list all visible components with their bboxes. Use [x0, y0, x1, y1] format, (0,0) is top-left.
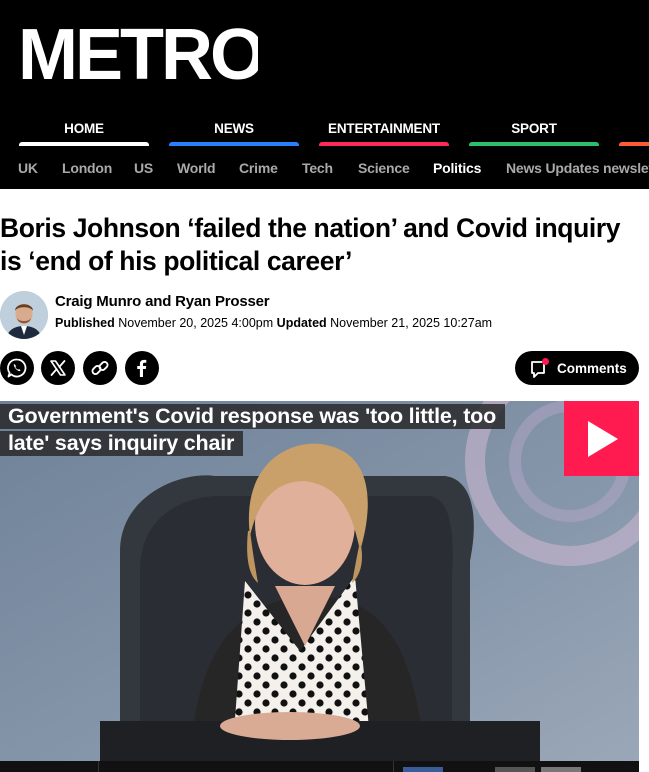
share-x-button[interactable]	[41, 351, 75, 385]
nav-underline	[19, 142, 149, 146]
updated-label: Updated	[276, 316, 327, 330]
strip-divider	[393, 761, 394, 772]
strip-thumb[interactable]	[403, 767, 443, 772]
copy-link-button[interactable]	[83, 351, 117, 385]
comments-label: Comments	[557, 360, 627, 376]
strip-thumb[interactable]	[541, 767, 581, 772]
nav-label: HOME	[64, 121, 104, 136]
subnav-item-tech[interactable]: Tech	[302, 160, 333, 176]
svg-text:METRO: METRO	[18, 16, 258, 86]
video-caption: Government's Covid response was 'too lit…	[0, 404, 506, 456]
comments-button[interactable]: Comments	[515, 351, 639, 385]
masthead: METRO HOME NEWS ENTERTAINMENT SPORT UK L…	[0, 0, 649, 189]
play-button[interactable]	[564, 401, 639, 476]
nav-item-more[interactable]	[619, 118, 649, 146]
nav-label: SPORT	[511, 121, 557, 136]
sub-nav: UK London US World Crime Tech Science Po…	[0, 150, 649, 189]
subnav-item-news-updates[interactable]: News Updates newslet	[506, 160, 649, 176]
subnav-item-us[interactable]: US	[134, 160, 153, 176]
facebook-icon	[137, 359, 147, 377]
subnav-item-crime[interactable]: Crime	[239, 160, 278, 176]
author-names[interactable]: Craig Munro and Ryan Prosser	[55, 293, 270, 310]
nav-underline	[319, 142, 449, 146]
x-icon	[50, 360, 66, 376]
video-player[interactable]: Government's Covid response was 'too lit…	[0, 401, 639, 761]
updated-date: November 21, 2025 10:27am	[330, 316, 493, 330]
comment-icon	[531, 358, 549, 378]
subnav-item-science[interactable]: Science	[358, 160, 410, 176]
notification-dot	[542, 358, 549, 365]
nav-item-entertainment[interactable]: ENTERTAINMENT	[319, 118, 449, 146]
nav-item-home[interactable]: HOME	[19, 118, 149, 146]
nav-label: ENTERTAINMENT	[328, 121, 440, 136]
share-whatsapp-button[interactable]	[0, 351, 34, 385]
nav-item-news[interactable]: NEWS	[169, 118, 299, 146]
subnav-item-world[interactable]: World	[177, 160, 216, 176]
main-nav: HOME NEWS ENTERTAINMENT SPORT	[0, 118, 649, 146]
strip-thumb[interactable]	[495, 767, 535, 772]
author-photo	[0, 291, 48, 339]
article-dates: Published November 20, 2025 4:00pm Updat…	[55, 316, 492, 330]
whatsapp-icon	[7, 358, 27, 378]
article-headline: Boris Johnson ‘failed the nation’ and Co…	[0, 213, 621, 276]
nav-label: NEWS	[214, 121, 254, 136]
nav-underline	[619, 142, 649, 146]
nav-item-sport[interactable]: SPORT	[469, 118, 599, 146]
subnav-item-uk[interactable]: UK	[18, 160, 38, 176]
copy-link-icon	[91, 361, 109, 375]
published-label: Published	[55, 316, 115, 330]
related-strip	[0, 761, 639, 772]
subnav-item-politics[interactable]: Politics	[433, 160, 481, 176]
play-icon	[587, 420, 618, 457]
video-caption-box: Government's Covid response was 'too lit…	[0, 403, 506, 457]
strip-divider	[98, 761, 99, 772]
metro-logo[interactable]: METRO	[18, 16, 258, 86]
share-facebook-button[interactable]	[125, 351, 159, 385]
nav-underline	[469, 142, 599, 146]
nav-underline	[169, 142, 299, 146]
published-date: November 20, 2025 4:00pm	[118, 316, 274, 330]
subnav-item-london[interactable]: London	[62, 160, 112, 176]
author-avatar[interactable]	[0, 291, 48, 339]
